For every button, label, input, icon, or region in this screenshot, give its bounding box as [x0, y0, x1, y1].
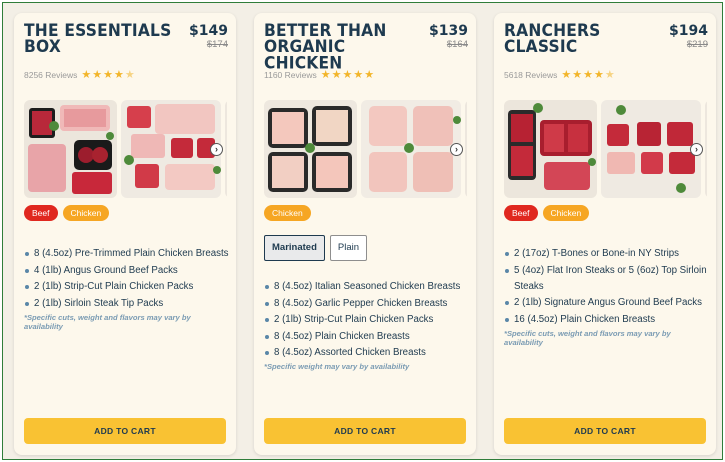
rating-row[interactable]: 1160 Reviews ★ ★ ★ ★ ★ — [264, 69, 375, 81]
product-grid: THE ESSENTIALS BOX $149 $174 8256 Review… — [2, 2, 723, 460]
current-price: $194 — [669, 23, 708, 39]
tag-chicken: Chicken — [542, 205, 590, 221]
star-icon: ★ — [81, 69, 92, 81]
review-count[interactable]: 5618 Reviews — [504, 70, 557, 80]
list-item: 8 (4.5oz) Pre-Trimmed Plain Chicken Brea… — [24, 246, 230, 262]
product-title: THE ESSENTIALS BOX — [24, 20, 172, 57]
flavor-selector: Marinated Plain — [264, 235, 367, 261]
list-item: 16 (4.5oz) Plain Chicken Breasts — [504, 312, 710, 328]
disclaimer-note: *Specific weight may vary by availabilit… — [264, 362, 410, 371]
product-image[interactable] — [121, 100, 221, 198]
option-plain[interactable]: Plain — [329, 235, 367, 261]
product-card-ranchers: RANCHERS CLASSIC $194 $219 5618 Reviews … — [494, 13, 716, 455]
chevron-right-icon[interactable]: › — [690, 143, 703, 156]
contents-list: 8 (4.5oz) Pre-Trimmed Plain Chicken Brea… — [24, 246, 230, 331]
rating-row[interactable]: 5618 Reviews ★ ★ ★ ★ ★ — [504, 69, 616, 81]
star-icon: ★ — [572, 69, 583, 81]
price-block: $149 $174 — [189, 24, 228, 51]
price-block: $194 $219 — [669, 24, 708, 51]
product-image[interactable] — [705, 100, 707, 198]
list-item: 5 (4oz) Flat Iron Steaks or 5 (6oz) Top … — [504, 263, 710, 295]
original-price: $164 — [446, 39, 468, 50]
product-card-essentials: THE ESSENTIALS BOX $149 $174 8256 Review… — [14, 13, 236, 455]
disclaimer-note: *Specific cuts, weight and flavors may v… — [24, 312, 191, 331]
star-icon: ★ — [103, 69, 114, 81]
price-block: $139 $164 — [429, 24, 468, 51]
category-tags: Beef Chicken — [24, 205, 110, 221]
star-icon: ★ — [114, 69, 124, 81]
tag-chicken: Chicken — [62, 205, 110, 221]
product-image[interactable] — [24, 100, 117, 198]
category-tags: Beef Chicken — [504, 205, 590, 221]
add-to-cart-button[interactable]: ADD TO CART — [264, 418, 466, 444]
list-item: 8 (4.5oz) Plain Chicken Breasts — [264, 329, 470, 345]
tag-beef: Beef — [504, 205, 538, 221]
star-icon: ★ — [364, 69, 375, 81]
chevron-right-icon[interactable]: › — [450, 143, 463, 156]
list-item: 2 (1lb) Sirloin Steak Tip Packs — [24, 296, 230, 312]
product-image[interactable] — [465, 100, 467, 198]
star-half-icon: ★ — [604, 69, 615, 81]
contents-list: 8 (4.5oz) Italian Seasoned Chicken Breas… — [264, 279, 470, 371]
tag-chicken: Chicken — [264, 205, 311, 221]
add-to-cart-button[interactable]: ADD TO CART — [24, 418, 226, 444]
tag-beef: Beef — [24, 205, 58, 221]
star-icon: ★ — [342, 69, 353, 81]
star-icon: ★ — [594, 69, 604, 81]
add-to-cart-button[interactable]: ADD TO CART — [504, 418, 706, 444]
disclaimer-note: *Specific cuts, weight and flavors may v… — [504, 328, 671, 347]
rating-row[interactable]: 8256 Reviews ★ ★ ★ ★ ★ — [24, 69, 136, 81]
category-tags: Chicken — [264, 205, 311, 221]
original-price: $219 — [686, 39, 708, 50]
star-icon: ★ — [92, 69, 103, 81]
list-item: 2 (1lb) Signature Angus Ground Beef Pack… — [504, 295, 710, 311]
product-image[interactable] — [601, 100, 701, 198]
list-item: 8 (4.5oz) Italian Seasoned Chicken Breas… — [264, 279, 470, 295]
product-image-carousel[interactable]: › — [264, 100, 467, 198]
product-card-chicken: BETTER THAN ORGANIC CHICKEN $139 $164 11… — [254, 13, 476, 455]
list-item: 2 (17oz) T-Bones or Bone-in NY Strips — [504, 246, 710, 262]
product-image[interactable] — [504, 100, 597, 198]
option-marinated[interactable]: Marinated — [264, 235, 325, 261]
current-price: $139 — [429, 23, 468, 39]
original-price: $174 — [206, 39, 228, 50]
star-icon: ★ — [331, 69, 342, 81]
list-item: 8 (4.5oz) Assorted Chicken Breasts — [264, 345, 470, 361]
review-count[interactable]: 1160 Reviews — [264, 70, 317, 80]
product-image-carousel[interactable]: › — [504, 100, 707, 198]
list-item: 2 (1lb) Strip-Cut Plain Chicken Packs — [24, 279, 230, 295]
product-image[interactable] — [361, 100, 461, 198]
list-item: 8 (4.5oz) Garlic Pepper Chicken Breasts — [264, 296, 470, 312]
contents-list: 2 (17oz) T-Bones or Bone-in NY Strips 5 … — [504, 246, 710, 347]
review-count[interactable]: 8256 Reviews — [24, 70, 77, 80]
star-icon: ★ — [561, 69, 572, 81]
product-image-carousel[interactable]: › — [24, 100, 227, 198]
star-icon: ★ — [353, 69, 364, 81]
chevron-right-icon[interactable]: › — [210, 143, 223, 156]
product-image[interactable] — [225, 100, 227, 198]
product-image[interactable] — [264, 100, 357, 198]
star-half-icon: ★ — [124, 69, 135, 81]
product-title: BETTER THAN ORGANIC CHICKEN — [264, 20, 387, 73]
current-price: $149 — [189, 23, 228, 39]
list-item: 4 (1lb) Angus Ground Beef Packs — [24, 263, 230, 279]
product-title: RANCHERS CLASSIC — [504, 20, 601, 57]
star-icon: ★ — [320, 69, 331, 81]
list-item: 2 (1lb) Strip-Cut Plain Chicken Packs — [264, 312, 470, 328]
star-icon: ★ — [583, 69, 594, 81]
